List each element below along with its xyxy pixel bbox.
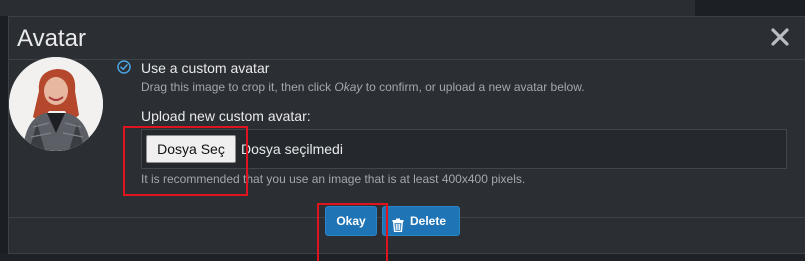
file-input-container[interactable]: [141, 129, 787, 169]
backdrop-top: [0, 0, 805, 16]
modal-header: Avatar: [9, 17, 805, 60]
close-icon[interactable]: [766, 23, 794, 51]
modal-title: Avatar: [17, 25, 86, 52]
delete-label: Delete: [410, 214, 447, 228]
okay-button[interactable]: Okay: [325, 206, 377, 236]
check-circle-icon[interactable]: [117, 60, 131, 74]
custom-avatar-option-label[interactable]: Use a custom avatar: [141, 60, 269, 76]
delete-button[interactable]: Delete: [382, 206, 460, 236]
backdrop-dark-region: [695, 0, 805, 16]
avatar-image[interactable]: [9, 57, 103, 151]
trash-icon: [391, 214, 405, 242]
choose-file-button[interactable]: Dosya Seç: [146, 135, 236, 163]
crop-hint-before: Drag this image to crop it, then click: [141, 80, 335, 94]
crop-hint: Drag this image to crop it, then click O…: [141, 80, 585, 94]
upload-label: Upload new custom avatar:: [141, 108, 311, 124]
crop-hint-after: to confirm, or upload a new avatar below…: [362, 80, 585, 94]
file-status: Dosya seçilmedi: [241, 141, 343, 157]
crop-hint-okay: Okay: [334, 80, 363, 94]
size-recommendation: It is recommended that you use an image …: [141, 172, 526, 186]
